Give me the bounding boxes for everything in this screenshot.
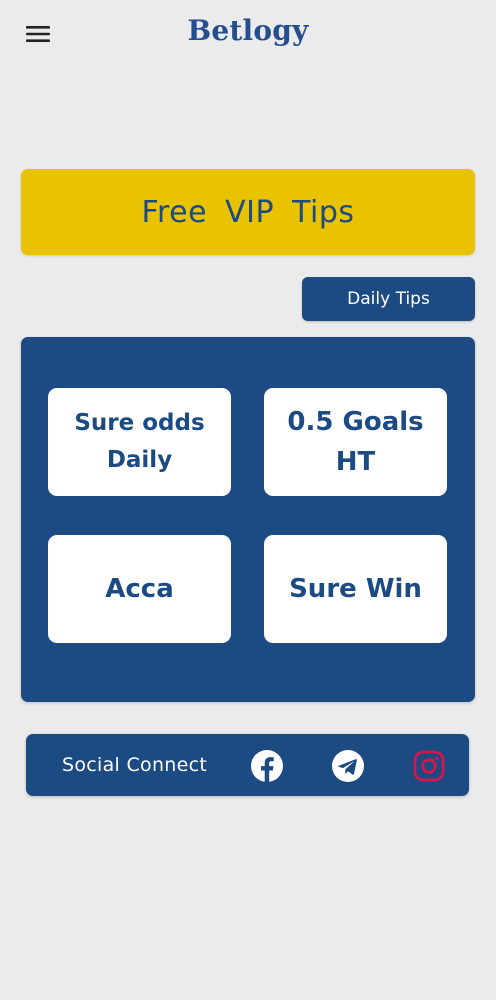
- daily-tips-button[interactable]: Daily Tips: [302, 277, 475, 321]
- social-connect-label: Social Connect: [62, 754, 208, 776]
- tip-tile-acca[interactable]: Acca: [48, 535, 231, 643]
- facebook-icon[interactable]: [250, 749, 284, 783]
- telegram-icon[interactable]: [331, 749, 365, 783]
- app-bar: Betlogy: [0, 0, 496, 68]
- free-vip-tips-banner[interactable]: Free VIP Tips: [21, 169, 475, 255]
- tip-tile-sure-odds-daily[interactable]: Sure odds Daily: [48, 388, 231, 496]
- social-connect-bar: Social Connect: [26, 734, 469, 796]
- tip-tile-label: Sure odds Daily: [74, 410, 205, 473]
- tip-tile-label: Sure Win: [289, 574, 422, 604]
- tip-tile-sure-win[interactable]: Sure Win: [264, 535, 447, 643]
- tip-tile-label: 0.5 Goals HT: [287, 407, 424, 477]
- tips-panel: Sure odds Daily 0.5 Goals HT Acca Sure W…: [21, 337, 475, 702]
- instagram-icon[interactable]: [412, 749, 446, 783]
- tip-tile-goals-ht[interactable]: 0.5 Goals HT: [264, 388, 447, 496]
- tip-tile-label: Acca: [105, 574, 174, 604]
- app-title: Betlogy: [187, 14, 309, 47]
